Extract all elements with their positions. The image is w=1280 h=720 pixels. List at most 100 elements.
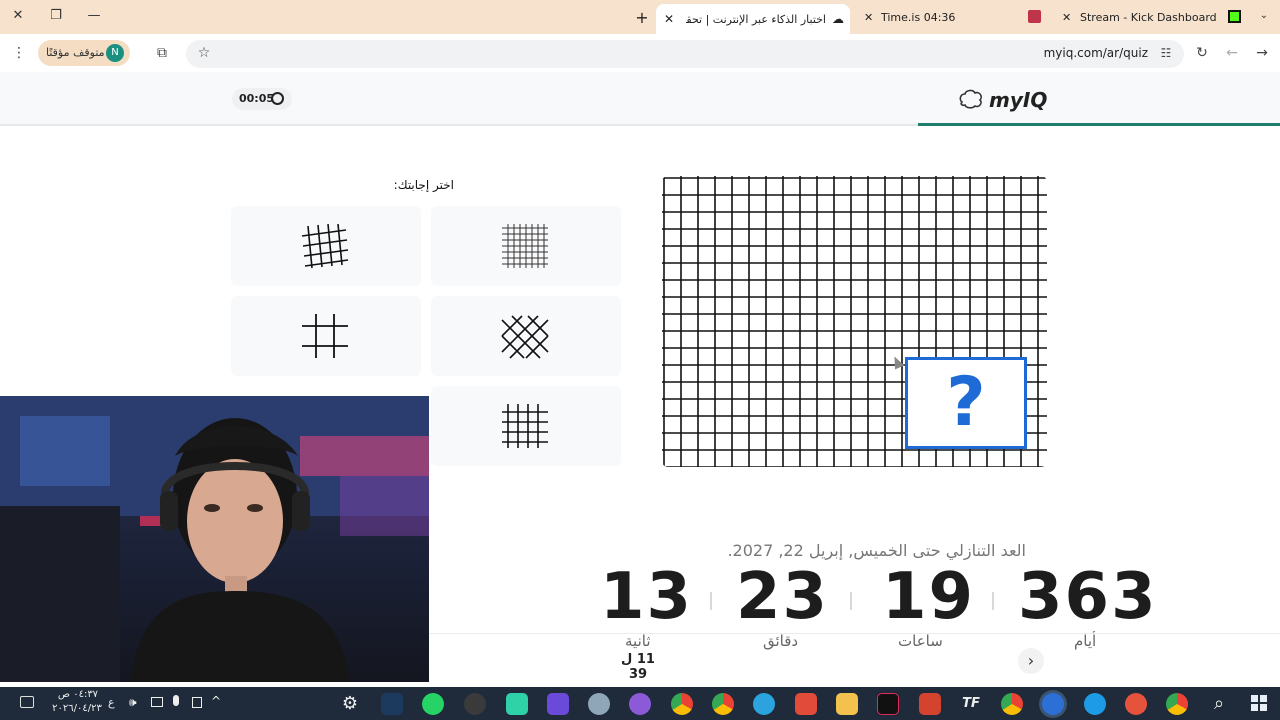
windows-start-icon[interactable] [1251,695,1267,711]
tab-title: اختبار الذكاء عبر الإنترنت | تحقق من... [686,12,826,26]
fine-grid-icon [502,224,548,268]
anydesk-icon[interactable] [795,693,817,715]
countdown-separator [850,592,852,610]
steam-icon[interactable] [381,693,403,715]
input-language-indicator[interactable]: ع [108,696,115,709]
countdown-hours-label: ساعات [898,632,943,650]
timer-text: 00:05 [239,92,275,105]
question-mark-icon: ? [946,363,986,442]
webcam-overlay [0,396,429,682]
question-panel: ? [662,176,1047,467]
countdown-separator [992,592,994,610]
brain-logo-icon [959,89,982,109]
notifications-icon[interactable] [20,696,34,708]
reload-icon[interactable]: ↻ [1191,42,1213,64]
telegram-icon[interactable] [753,693,775,715]
logo-text: myIQ [989,88,1048,112]
missing-piece-box: ? [905,357,1027,449]
brain-icon: ☁ [832,12,844,26]
profile-paused-button[interactable]: متوقف مؤقتًا N [38,40,130,66]
countdown-hours: 19 [882,560,976,634]
profile-status-label: متوقف مؤقتًا [46,46,105,59]
back-arrow-icon[interactable]: → [1251,42,1273,64]
logo[interactable]: myIQ [958,86,1048,114]
taskbar-date[interactable]: ٢٠٢٦/٠٤/٢٣ [44,703,110,714]
site-settings-icon[interactable]: ☷ [1155,42,1177,64]
tab-title: Time.is 04:36 [881,10,956,24]
skewed-grid-icon [301,223,349,269]
answer-option-hash-grid[interactable] [231,296,421,376]
hash-grid-icon [302,314,348,358]
chrome-profile-icon[interactable] [712,693,734,715]
tab-timeis[interactable]: ✕ Time.is 04:36 [858,4,1041,30]
diagonal-grid-icon [501,315,549,359]
countdown-separator [710,592,712,610]
app-tool-icon[interactable] [588,693,610,715]
app-purple-icon[interactable] [629,693,651,715]
tab-myiq[interactable]: ✕ اختبار الذكاء عبر الإنترنت | تحقق من..… [656,4,850,34]
countdown-seconds: 13 [600,560,694,634]
question-progress-text: 11 ل 39 [621,652,655,682]
capcut-icon[interactable] [506,693,528,715]
minimize-window-icon[interactable]: — [82,6,106,26]
search-icon[interactable]: ⌕ [1208,693,1230,715]
answer-prompt: اختر إجابتك: [393,178,454,192]
tab-kick-dashboard[interactable]: ✕ Stream - Kick Dashboard [1058,4,1248,30]
close-tab-icon[interactable]: ✕ [864,11,873,24]
streamer-video [0,396,429,682]
menu-icon[interactable]: ⋮ [8,42,30,64]
tray-chevron-icon[interactable]: ^ [211,694,221,708]
url-text: myiq.com/ar/quiz [1043,46,1148,60]
timer-badge: 00:05 [232,88,292,110]
app-three-icon[interactable] [547,693,569,715]
chrome-icon[interactable] [671,693,693,715]
answer-option-fine-grid[interactable] [431,206,621,286]
countdown-seconds-label: ثانية [625,632,651,650]
extensions-icon[interactable]: ⧉ [151,42,173,64]
chrome-profile-two-icon[interactable] [1125,693,1147,715]
volume-icon[interactable]: 🕪 [129,695,137,710]
browser-tab-strip: ✕ ❐ — + ✕ اختبار الذكاء عبر الإنترنت | ت… [0,0,1280,34]
chrome-profile-three-icon[interactable] [1166,693,1188,715]
tab-title: Stream - Kick Dashboard [1080,10,1217,24]
countdown-minutes-label: دقائق [763,632,799,650]
taskbar-time[interactable]: ٠٤:٣٧ ص [48,689,108,700]
app-p-icon[interactable] [919,693,941,715]
forward-arrow-icon[interactable]: ← [1221,42,1243,64]
app-header [0,72,1280,126]
countdown-heading: العد التنازلي حتى الخميس, إبريل 22, 2027… [727,541,1026,560]
avatar: N [106,44,124,62]
next-arrow-button[interactable]: › [1018,648,1044,674]
chrome-alt-icon[interactable] [1001,693,1023,715]
bookmark-star-icon[interactable]: ☆ [193,42,215,64]
square-grid-icon [502,404,548,448]
whatsapp-icon[interactable] [422,693,444,715]
quiz-progress-bar [918,123,1280,126]
countdown-days-label: أيام [1074,632,1097,650]
file-explorer-icon[interactable] [836,693,858,715]
tab-search-chevron-icon[interactable]: ⌄ [1252,6,1276,26]
restore-window-icon[interactable]: ❐ [44,6,68,26]
edge-icon[interactable] [1084,693,1106,715]
close-window-icon[interactable]: ✕ [6,6,30,26]
close-tab-icon[interactable]: ✕ [1062,11,1071,24]
microphone-icon[interactable] [173,695,179,706]
battery-icon[interactable] [192,697,202,708]
settings-gear-icon[interactable]: ⚙ [339,693,361,715]
app-tf-icon[interactable]: TF [960,693,982,715]
countdown-minutes: 23 [736,560,830,634]
kick-favicon [1228,10,1241,23]
address-bar[interactable] [186,40,1184,68]
obs-icon[interactable] [464,693,486,715]
answer-option-square-grid[interactable] [431,386,621,466]
chrome-active-icon[interactable] [1042,693,1064,715]
countdown-days: 363 [1018,560,1158,634]
network-icon[interactable] [151,697,163,707]
stopwatch-icon [271,92,284,105]
new-tab-button[interactable]: + [630,4,654,30]
bottom-divider [429,633,1280,634]
tiktok-icon[interactable] [877,693,899,715]
answer-option-diagonal-grid[interactable] [431,296,621,376]
answer-option-skewed-grid[interactable] [231,206,421,286]
close-tab-icon[interactable]: ✕ [664,12,674,26]
